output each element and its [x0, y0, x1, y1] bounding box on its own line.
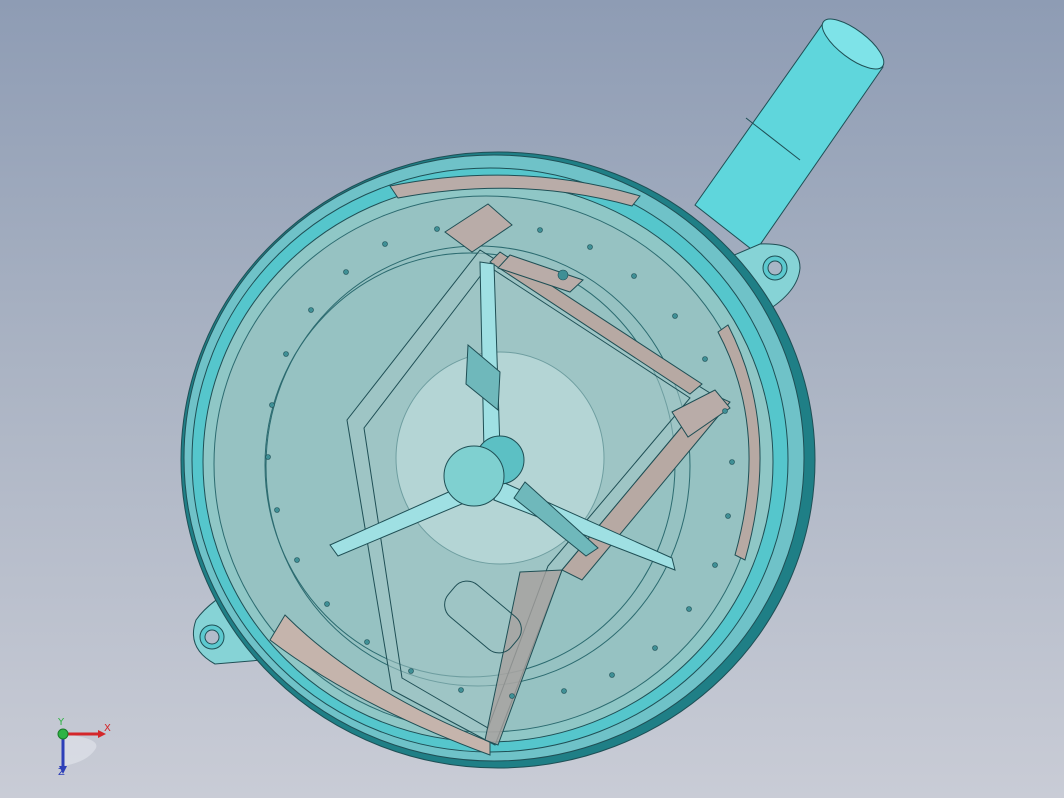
shaft[interactable]	[694, 11, 891, 253]
z-axis-label: Z	[58, 767, 65, 778]
3d-viewport[interactable]: X Y Z	[0, 0, 1064, 798]
y-axis-label: Y	[58, 717, 65, 728]
orientation-triad[interactable]: X Y Z	[48, 718, 118, 782]
part-model[interactable]	[0, 0, 1064, 798]
x-axis-label: X	[104, 723, 111, 734]
